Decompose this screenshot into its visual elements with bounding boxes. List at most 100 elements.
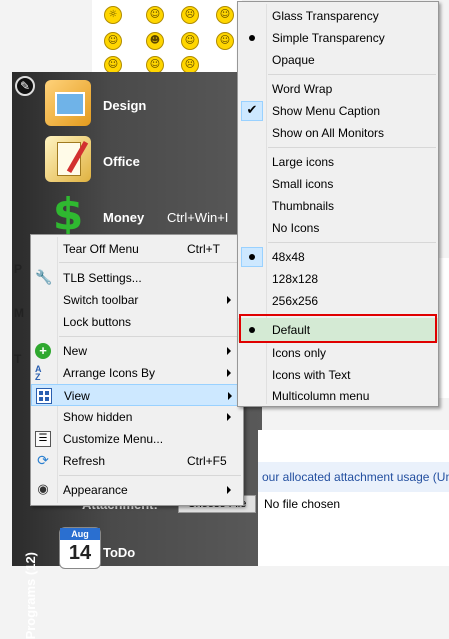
- context-menu: Tear Off Menu Ctrl+T 🔧 TLB Settings... S…: [30, 234, 244, 506]
- view-multicolumn-menu[interactable]: Multicolumn menu: [238, 386, 438, 406]
- menu-label: Opaque: [272, 53, 315, 67]
- menu-label: Switch toolbar: [63, 293, 139, 307]
- web-right-panel: [438, 258, 449, 398]
- menu-label: 256x256: [272, 294, 319, 308]
- view-show-all-monitors[interactable]: Show on All Monitors: [238, 122, 438, 144]
- menu-item-switch-toolbar[interactable]: Switch toolbar: [31, 289, 243, 311]
- menu-item-new[interactable]: + New: [31, 340, 243, 362]
- eye-icon: ◉: [37, 482, 49, 497]
- menu-label: Appearance: [63, 483, 128, 497]
- launcher-item-todo[interactable]: Aug 14 ToDo: [45, 527, 260, 577]
- menu-label: View: [64, 389, 90, 403]
- menu-item-appearance[interactable]: ◉ Appearance: [31, 479, 243, 501]
- menu-item-arrange-icons[interactable]: AZ Arrange Icons By: [31, 362, 243, 384]
- submenu-arrow-icon: [227, 413, 231, 421]
- menu-label: Show Menu Caption: [272, 104, 381, 118]
- view-thumbnails[interactable]: Thumbnails: [238, 195, 438, 217]
- submenu-arrow-icon: [227, 347, 231, 355]
- menu-label: Show on All Monitors: [272, 126, 385, 140]
- menu-label: Large icons: [272, 155, 335, 169]
- emoji-teeth-icon[interactable]: ☺: [181, 32, 199, 50]
- checkmark-icon: ✔: [241, 101, 263, 121]
- menu-separator: [268, 147, 436, 148]
- menu-label: Word Wrap: [272, 82, 333, 96]
- emoji-grid: ☼ ☺ ☹ ☺ ☺ ☻ ☺ ☺ ☺ ☺ ☹: [92, 0, 242, 78]
- menu-label: Simple Transparency: [272, 31, 385, 45]
- menu-separator: [59, 475, 241, 476]
- menu-label: Tear Off Menu: [63, 242, 139, 256]
- menu-label: New: [63, 344, 88, 358]
- view-show-menu-caption[interactable]: ✔ Show Menu Caption: [238, 100, 438, 122]
- file-status: No file chosen: [264, 497, 341, 511]
- wrench-icon: 🔧: [35, 270, 53, 286]
- calendar-icon: Aug 14: [59, 527, 101, 569]
- view-word-wrap[interactable]: Word Wrap: [238, 78, 438, 100]
- view-grid-icon: [36, 388, 52, 404]
- view-icons-only[interactable]: Icons only: [238, 342, 438, 364]
- office-notepad-icon: [45, 136, 91, 182]
- peek-letter-t: T: [14, 352, 22, 366]
- emoji-wink-icon[interactable]: ☺: [104, 32, 122, 50]
- launcher-item-office[interactable]: Office: [45, 136, 260, 186]
- view-size-128[interactable]: 128x128: [238, 268, 438, 290]
- menu-label: Thumbnails: [272, 199, 335, 213]
- launcher-item-design[interactable]: Design: [45, 80, 260, 130]
- radio-bullet-icon: [241, 247, 263, 267]
- view-icons-with-text[interactable]: Icons with Text: [238, 364, 438, 386]
- menu-label: TLB Settings...: [63, 271, 142, 285]
- view-small-icons[interactable]: Small icons: [238, 173, 438, 195]
- menu-label: Icons with Text: [272, 368, 351, 382]
- emoji-grin-icon[interactable]: ☺: [216, 6, 234, 24]
- allocated-usage-text: our allocated attachment usage (Unl: [262, 470, 449, 484]
- calendar-day: 14: [68, 542, 92, 564]
- menu-item-tlb-settings[interactable]: 🔧 TLB Settings...: [31, 267, 243, 289]
- emoji-bulb-icon[interactable]: ☼: [104, 6, 122, 24]
- peek-letter-m: M: [14, 306, 24, 320]
- tlb-logo-icon[interactable]: ✎: [15, 76, 35, 96]
- menu-item-refresh[interactable]: ⟳ Refresh Ctrl+F5: [31, 450, 243, 472]
- radio-bullet-icon: [249, 35, 255, 41]
- menu-item-view[interactable]: View: [31, 384, 243, 406]
- programs-side-label: Programs (12): [23, 552, 38, 639]
- submenu-arrow-icon: [227, 486, 231, 494]
- submenu-arrow-icon: [228, 392, 232, 400]
- view-simple-transparency[interactable]: Simple Transparency: [238, 27, 438, 49]
- menu-label: Glass Transparency: [272, 9, 379, 23]
- menu-label: 128x128: [272, 272, 319, 286]
- sort-az-icon: AZ: [35, 364, 42, 382]
- menu-label: Customize Menu...: [63, 432, 164, 446]
- menu-label: Arrange Icons By: [63, 366, 156, 380]
- menu-label: Icons only: [272, 346, 327, 360]
- launcher-label-design: Design: [103, 98, 147, 113]
- menu-item-customize-menu[interactable]: ☰ Customize Menu...: [31, 428, 243, 450]
- launcher-label-office: Office: [103, 154, 140, 169]
- launcher-shortcut-money: Ctrl+Win+I: [167, 210, 229, 225]
- emoji-frown-icon[interactable]: ☹: [181, 6, 199, 24]
- view-size-48[interactable]: 48x48: [238, 246, 438, 268]
- emoji-happy-icon[interactable]: ☺: [216, 32, 234, 50]
- view-no-icons[interactable]: No Icons: [238, 217, 438, 239]
- money-dollar-icon: $: [52, 189, 84, 240]
- calendar-month: Aug: [60, 528, 100, 540]
- view-opaque[interactable]: Opaque: [238, 49, 438, 71]
- view-large-icons[interactable]: Large icons: [238, 151, 438, 173]
- submenu-arrow-icon: [227, 296, 231, 304]
- menu-label: Refresh: [63, 454, 106, 468]
- menu-label: Multicolumn menu: [272, 389, 370, 403]
- default-highlight-frame: [239, 314, 437, 343]
- menu-item-show-hidden[interactable]: Show hidden: [31, 406, 243, 428]
- menu-label: Small icons: [272, 177, 334, 191]
- menu-label: 48x48: [272, 250, 305, 264]
- emoji-cool-icon[interactable]: ☻: [146, 32, 164, 50]
- menu-label: Lock buttons: [63, 315, 132, 329]
- view-size-256[interactable]: 256x256: [238, 290, 438, 312]
- submenu-arrow-icon: [227, 369, 231, 377]
- menu-item-lock-buttons[interactable]: Lock buttons: [31, 311, 243, 333]
- menu-item-tear-off[interactable]: Tear Off Menu Ctrl+T: [31, 238, 243, 260]
- menu-separator: [268, 242, 436, 243]
- emoji-smile-icon[interactable]: ☺: [146, 6, 164, 24]
- view-glass-transparency[interactable]: Glass Transparency: [238, 5, 438, 27]
- menu-shortcut: Ctrl+T: [187, 242, 220, 256]
- peek-letter-p: P: [14, 262, 23, 276]
- launcher-label-money: Money: [103, 210, 145, 225]
